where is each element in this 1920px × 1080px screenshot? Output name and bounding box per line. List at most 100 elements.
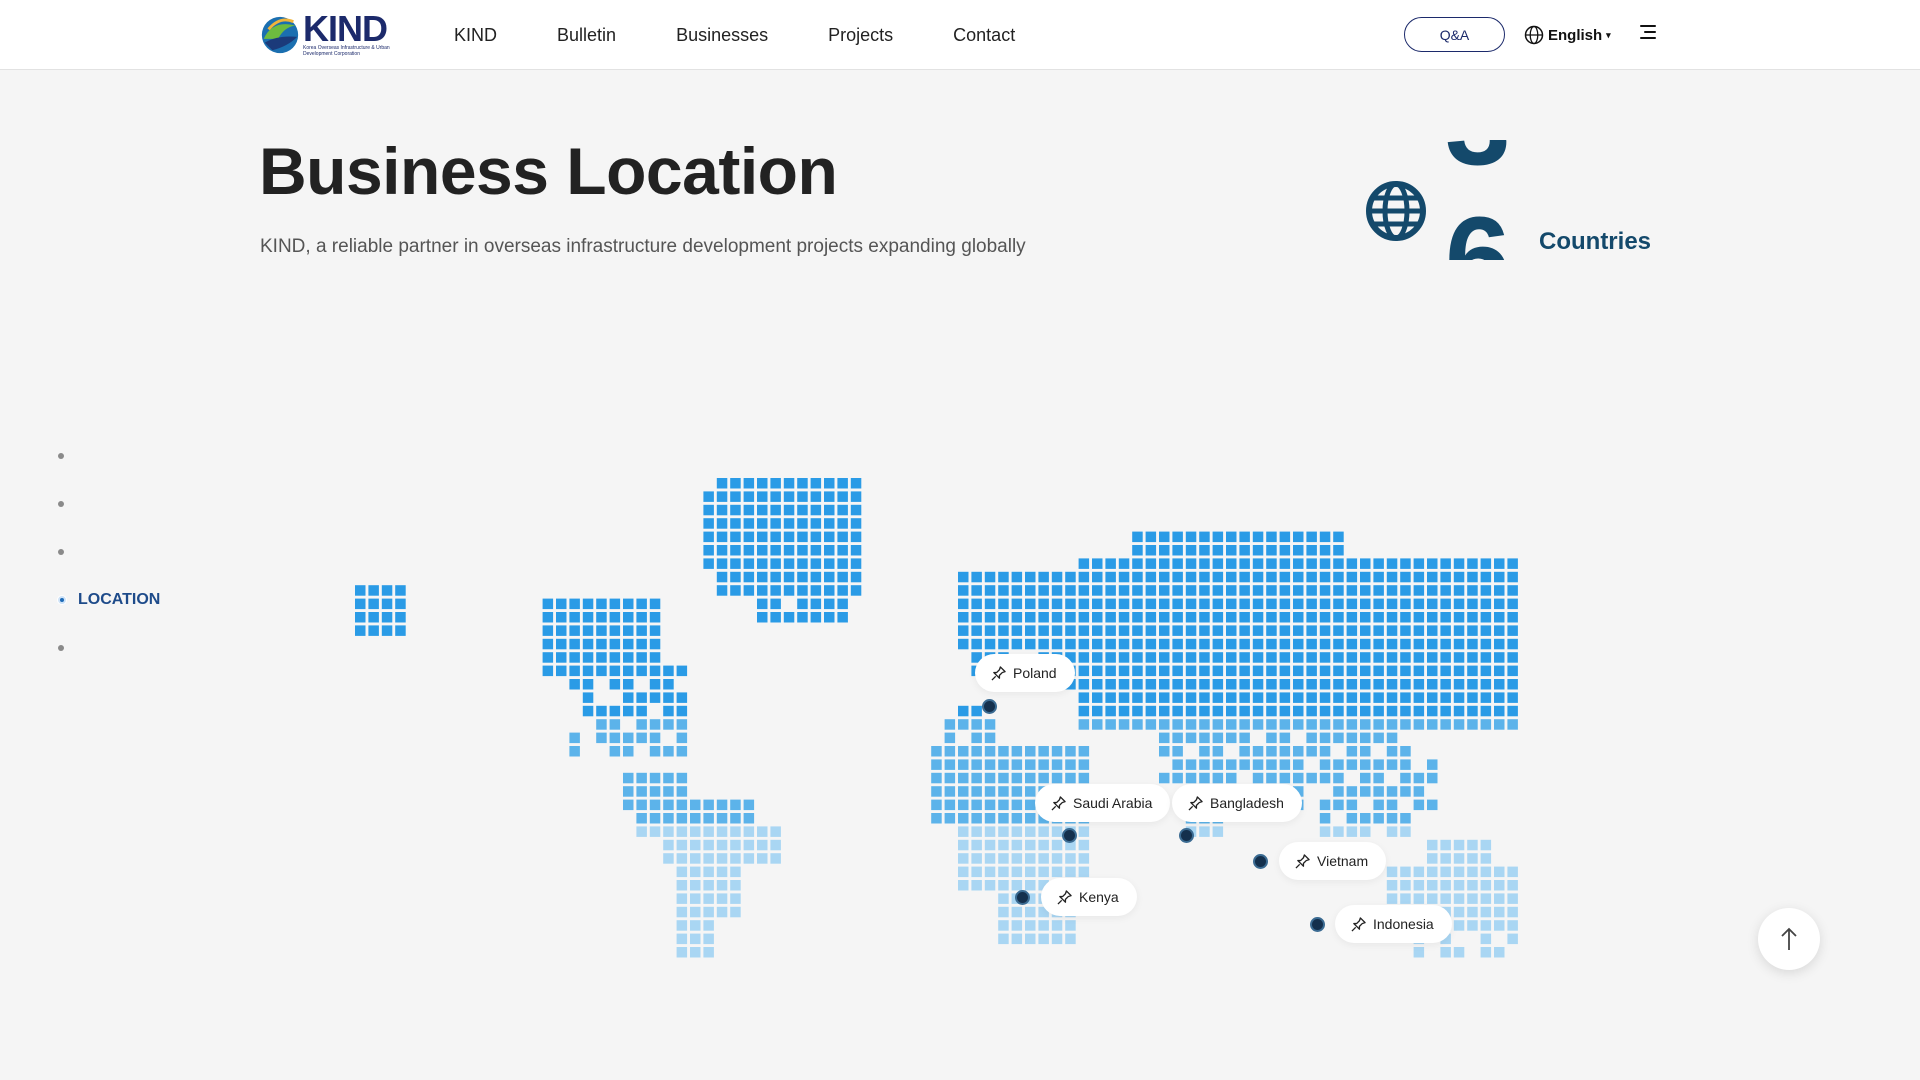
map-dot [998, 759, 1009, 770]
map-dot [1159, 679, 1170, 690]
map-dot [1360, 679, 1371, 690]
location-marker-kenya[interactable] [1015, 890, 1030, 905]
nav-item-businesses[interactable]: Businesses [676, 25, 768, 46]
location-marker-poland[interactable] [982, 699, 997, 714]
map-dot [623, 799, 634, 811]
map-dot [1252, 558, 1264, 569]
map-dot [1025, 906, 1036, 918]
map-dot [1279, 625, 1291, 636]
map-dot [730, 839, 741, 851]
map-dot [1373, 799, 1384, 811]
map-dot [1051, 772, 1063, 784]
map-dot [1078, 692, 1090, 703]
map-dot [1051, 638, 1063, 650]
globe-icon [1366, 181, 1426, 241]
location-marker-saudi-arabia[interactable] [1062, 828, 1077, 843]
nav-item-projects[interactable]: Projects [828, 25, 893, 46]
map-dot [1306, 705, 1317, 717]
map-dot [743, 545, 755, 556]
map-dot [1440, 679, 1451, 690]
map-dot [984, 625, 996, 636]
map-dot [703, 839, 714, 851]
map-dot [1453, 665, 1465, 677]
side-nav-item[interactable] [58, 432, 160, 480]
map-dot [596, 598, 607, 610]
map-dot [850, 518, 862, 529]
map-dot [1386, 759, 1398, 770]
map-dot [703, 826, 714, 837]
location-marker-indonesia[interactable] [1310, 917, 1325, 932]
counter-digit-top: 3 [1445, 140, 1511, 183]
side-nav-item[interactable] [58, 480, 160, 528]
map-dot [837, 518, 848, 529]
map-dot [1185, 772, 1197, 784]
map-dot [1038, 598, 1049, 610]
scroll-to-top-button[interactable] [1758, 908, 1820, 970]
map-dot [1025, 612, 1036, 623]
map-dot [1025, 813, 1036, 824]
location-pin-kenya[interactable]: Kenya [1041, 878, 1137, 916]
map-dot [716, 839, 728, 851]
map-dot [1011, 571, 1023, 583]
map-dot [1507, 598, 1518, 610]
hamburger-menu-icon[interactable] [1640, 25, 1658, 43]
location-pin-saudi-arabia[interactable]: Saudi Arabia [1035, 784, 1171, 822]
map-dot [1346, 558, 1358, 569]
location-pin-indonesia[interactable]: Indonesia [1335, 905, 1452, 943]
side-nav-item-location[interactable]: LOCATION [58, 576, 160, 624]
map-dot [1494, 893, 1505, 904]
map-dot [1453, 679, 1465, 690]
side-nav-item[interactable] [58, 528, 160, 576]
map-dot [1252, 612, 1264, 623]
map-dot [1386, 746, 1398, 757]
map-dot [1011, 746, 1023, 757]
map-dot [1159, 545, 1170, 556]
nav-item-bulletin[interactable]: Bulletin [557, 25, 616, 46]
map-dot [1346, 638, 1358, 650]
kind-logo[interactable]: KIND Korea Overseas Infrastructure & Urb… [259, 11, 395, 58]
map-dot [1293, 665, 1304, 677]
map-dot [690, 839, 701, 851]
map-dot [1507, 933, 1518, 945]
map-dot [1078, 612, 1090, 623]
map-dot [1038, 866, 1049, 878]
location-pin-vietnam[interactable]: Vietnam [1279, 842, 1387, 880]
map-dot [743, 518, 755, 529]
map-dot [623, 625, 634, 636]
location-marker-bangladesh[interactable] [1179, 828, 1194, 843]
map-dot [743, 826, 755, 837]
nav-item-kind[interactable]: KIND [454, 25, 497, 46]
qa-button[interactable]: Q&A [1404, 17, 1505, 52]
logo-emblem-icon [261, 16, 299, 54]
map-dot [1159, 652, 1170, 663]
map-dot [1440, 839, 1451, 851]
map-dot [1212, 585, 1224, 596]
map-dot [1360, 665, 1371, 677]
map-dot [1212, 732, 1224, 744]
side-nav-label-location: LOCATION [78, 591, 161, 608]
side-nav-item[interactable] [58, 624, 160, 672]
map-dot [1427, 692, 1438, 703]
location-pin-poland[interactable]: Poland [975, 654, 1075, 692]
map-dot [971, 705, 982, 717]
map-dot [1386, 585, 1398, 596]
map-dot [1279, 719, 1291, 730]
map-dot [1118, 585, 1130, 596]
map-dot [1199, 826, 1210, 837]
map-dot [395, 625, 406, 636]
language-selector[interactable]: English ▾ [1524, 22, 1611, 48]
location-marker-vietnam[interactable] [1253, 854, 1268, 869]
map-dot [743, 504, 755, 516]
map-dot [1319, 625, 1331, 636]
map-dot [1199, 746, 1210, 757]
map-dot [1065, 571, 1076, 583]
map-dot [1065, 920, 1076, 931]
map-dot [1386, 652, 1398, 663]
map-dot [1011, 638, 1023, 650]
map-dot [623, 705, 634, 717]
map-dot [1346, 799, 1358, 811]
map-dot [1279, 679, 1291, 690]
nav-item-contact[interactable]: Contact [953, 25, 1015, 46]
map-dot [998, 920, 1009, 931]
location-pin-bangladesh[interactable]: Bangladesh [1172, 784, 1302, 822]
